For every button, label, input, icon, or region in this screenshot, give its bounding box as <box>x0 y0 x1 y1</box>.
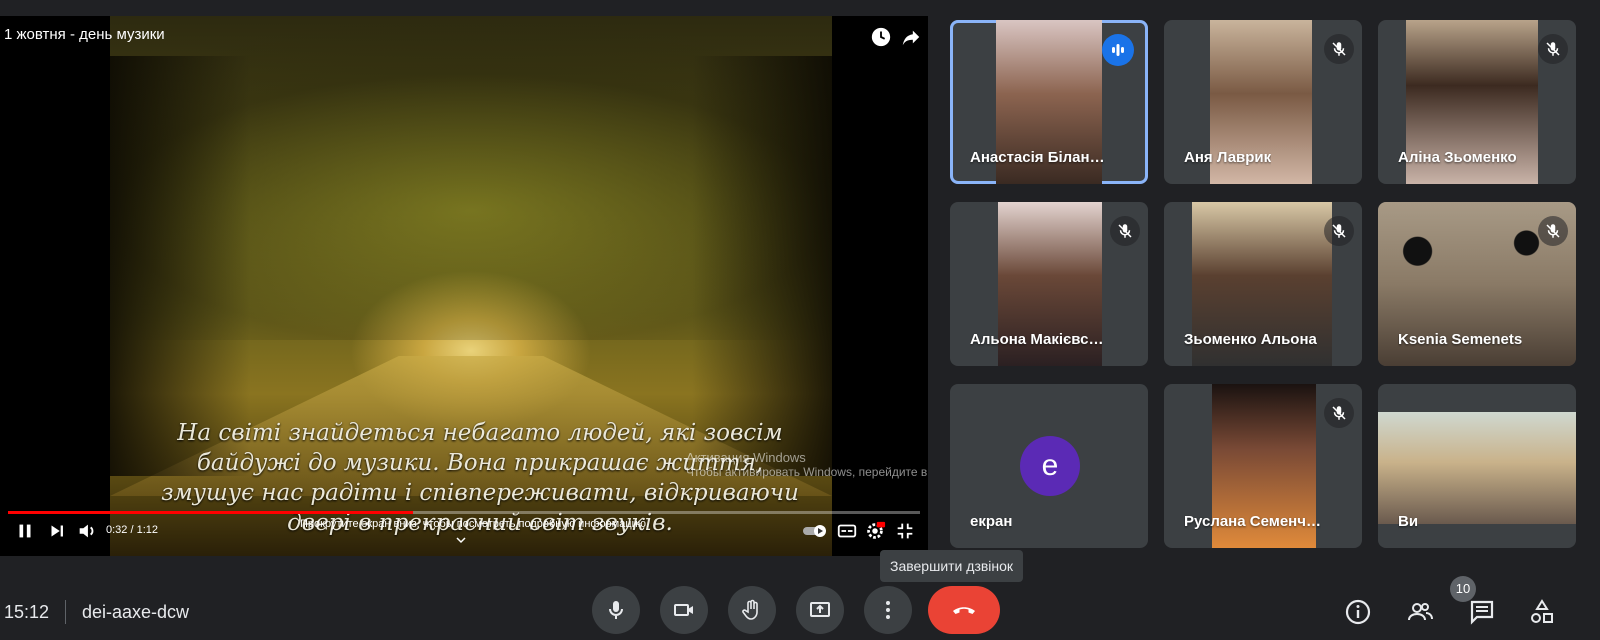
video-title: 1 жовтня - день музики <box>4 26 165 43</box>
next-icon[interactable] <box>46 520 68 542</box>
exit-fullscreen-icon[interactable] <box>894 520 916 542</box>
participant-tile[interactable]: Зьоменко Альона <box>1164 202 1362 366</box>
participant-tile[interactable]: Аня Лаврик <box>1164 20 1362 184</box>
participant-name: екран <box>970 513 1013 530</box>
participant-name: Ви <box>1398 513 1419 530</box>
avatar: е <box>1020 436 1080 496</box>
meeting-details-icon[interactable] <box>1344 598 1372 626</box>
participant-name: Аліна Зьоменко <box>1398 149 1517 166</box>
subtitles-icon[interactable] <box>836 520 858 542</box>
people-icon[interactable] <box>1406 598 1434 626</box>
presentation-stage[interactable]: 1 жовтня - день музики На світі знайдеть… <box>0 16 928 556</box>
mic-off-icon <box>1110 216 1140 246</box>
scroll-hint: Прокрутите экран вниз, чтобы посмотреть … <box>300 518 650 530</box>
participant-tile[interactable]: Руслана Семенч… <box>1164 384 1362 548</box>
camera-icon <box>674 604 693 616</box>
participant-name: Аня Лаврик <box>1184 149 1272 166</box>
mic-off-icon <box>1324 398 1354 428</box>
hand-icon <box>742 599 758 620</box>
participant-name: Альона Макієвс… <box>970 331 1104 348</box>
meeting-clock: 15:12 <box>4 602 50 622</box>
chevron-down-icon[interactable] <box>455 532 467 544</box>
participant-name: Зьоменко Альона <box>1184 331 1317 348</box>
meeting-code: dei-aaxe-dcw <box>82 602 190 622</box>
divider <box>65 600 66 624</box>
participant-tile[interactable]: Анастасія Білан… <box>950 20 1148 184</box>
microphone-button[interactable] <box>592 586 640 634</box>
chat-icon[interactable] <box>1468 598 1496 626</box>
mic-off-icon <box>1324 34 1354 64</box>
settings-icon[interactable] <box>864 520 886 542</box>
watch-later-icon[interactable] <box>870 26 892 48</box>
video-progress-fill <box>8 511 413 514</box>
mic-off-icon <box>1538 216 1568 246</box>
end-call-button[interactable] <box>928 586 1000 634</box>
participant-tile[interactable]: е екран <box>950 384 1148 548</box>
speaking-indicator-icon <box>1102 34 1134 66</box>
microphone-icon <box>609 601 623 619</box>
hang-up-icon <box>953 607 975 614</box>
activities-icon[interactable] <box>1528 598 1556 626</box>
mic-off-icon <box>1324 216 1354 246</box>
autoplay-toggle-icon[interactable] <box>802 520 828 542</box>
more-vert-icon <box>886 601 890 619</box>
participant-name: Анастасія Білан… <box>970 149 1105 166</box>
participant-tile[interactable]: Ksenia Semenets <box>1378 202 1576 366</box>
present-screen-button[interactable] <box>796 586 844 634</box>
participant-name: Ksenia Semenets <box>1398 331 1523 348</box>
more-options-button[interactable] <box>864 586 912 634</box>
participant-tile[interactable]: Аліна Зьоменко <box>1378 20 1576 184</box>
video-progress-bar[interactable] <box>8 511 920 514</box>
raise-hand-button[interactable] <box>728 586 776 634</box>
end-call-tooltip: Завершити дзвінок <box>880 550 1024 582</box>
camera-button[interactable] <box>660 586 708 634</box>
video-controls: 0:32 / 1:12 Прокрутите экран вниз, чтобы… <box>0 516 928 546</box>
volume-icon[interactable] <box>76 520 98 542</box>
pause-icon[interactable] <box>14 520 36 542</box>
mic-off-icon <box>1538 34 1568 64</box>
present-icon <box>810 602 830 617</box>
windows-activation-watermark: Активация Windows Чтобы активировать Win… <box>686 450 928 479</box>
video-time: 0:32 / 1:12 <box>106 524 158 536</box>
participant-tile[interactable]: Ви <box>1378 384 1576 548</box>
participant-name: Руслана Семенч… <box>1184 513 1321 530</box>
participant-tile[interactable]: Альона Макієвс… <box>950 202 1148 366</box>
share-icon[interactable] <box>900 26 922 48</box>
